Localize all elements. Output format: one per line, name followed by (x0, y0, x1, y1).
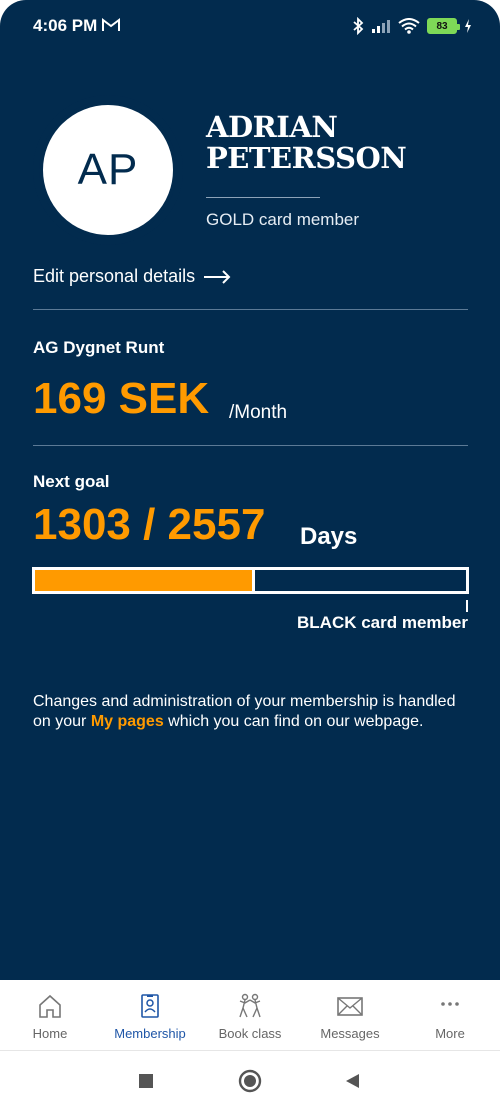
group-exercise-icon (239, 993, 261, 1018)
status-time: 4:06 PM (33, 16, 98, 35)
bluetooth-icon (353, 17, 364, 35)
member-last-name: PETERSSON (206, 141, 407, 175)
battery-icon: 83 (427, 18, 460, 34)
bottom-navigation: Home Membership Book class Messages More (0, 980, 500, 1051)
envelope-icon (337, 997, 363, 1016)
nav-messages[interactable]: Messages (300, 980, 400, 1050)
battery-level: 83 (436, 20, 448, 32)
my-pages-link[interactable]: My pages (91, 713, 164, 730)
signal-icon (372, 20, 390, 33)
plan-price: 169 SEK (33, 374, 210, 423)
goal-marker (466, 600, 468, 612)
nav-messages-label: Messages (320, 1026, 380, 1041)
nav-book-class-label: Book class (218, 1026, 282, 1041)
card-level: GOLD card member (206, 210, 360, 229)
arrow-right-icon (204, 269, 231, 284)
goal-target-label: BLACK card member (297, 613, 468, 632)
member-name: ADRIAN PETERSSON (206, 112, 466, 174)
goal-progress-bar (32, 567, 469, 594)
member-first-name: ADRIAN (206, 110, 338, 144)
more-dots-icon (441, 1002, 459, 1006)
goal-progress-value: 1303 / 2557 (33, 500, 266, 549)
nav-home[interactable]: Home (0, 980, 100, 1050)
nav-membership[interactable]: Membership (100, 980, 200, 1050)
membership-screen: 4:06 PM 83 AP ADRIAN PETERSSON GOLD card… (0, 0, 500, 980)
avatar-initials: AP (39, 101, 177, 239)
wifi-icon (398, 18, 420, 34)
back-button[interactable] (343, 1072, 361, 1090)
nav-more-label: More (435, 1026, 465, 1041)
home-icon (39, 994, 61, 1018)
plan-name: AG Dygnet Runt (33, 338, 165, 357)
system-navigation-bar (0, 1051, 500, 1112)
nav-home-label: Home (32, 1026, 68, 1041)
charging-icon (465, 19, 471, 33)
status-bar: 4:06 PM 83 (0, 0, 500, 54)
name-divider (206, 197, 320, 198)
home-button[interactable] (238, 1069, 262, 1093)
edit-link-label: Edit personal details (33, 266, 196, 286)
nav-membership-label: Membership (114, 1026, 186, 1041)
status-icons: 83 (352, 14, 472, 38)
gmail-icon (102, 18, 120, 31)
goal-unit: Days (300, 523, 358, 550)
membership-info-text: Changes and administration of your membe… (33, 692, 463, 732)
edit-personal-details-link[interactable]: Edit personal details (33, 266, 231, 287)
nav-book-class[interactable]: Book class (200, 980, 300, 1050)
divider (33, 445, 468, 446)
membership-card-icon (141, 994, 159, 1018)
divider (33, 309, 468, 310)
nav-more[interactable]: More (400, 980, 500, 1050)
avatar: AP (33, 95, 183, 245)
next-goal-label: Next goal (33, 472, 110, 491)
goal-progress-fill (35, 570, 255, 591)
recent-apps-button[interactable] (137, 1072, 155, 1090)
price-unit: /Month (229, 402, 288, 423)
info-text-end: which you can find on our webpage. (163, 713, 424, 730)
